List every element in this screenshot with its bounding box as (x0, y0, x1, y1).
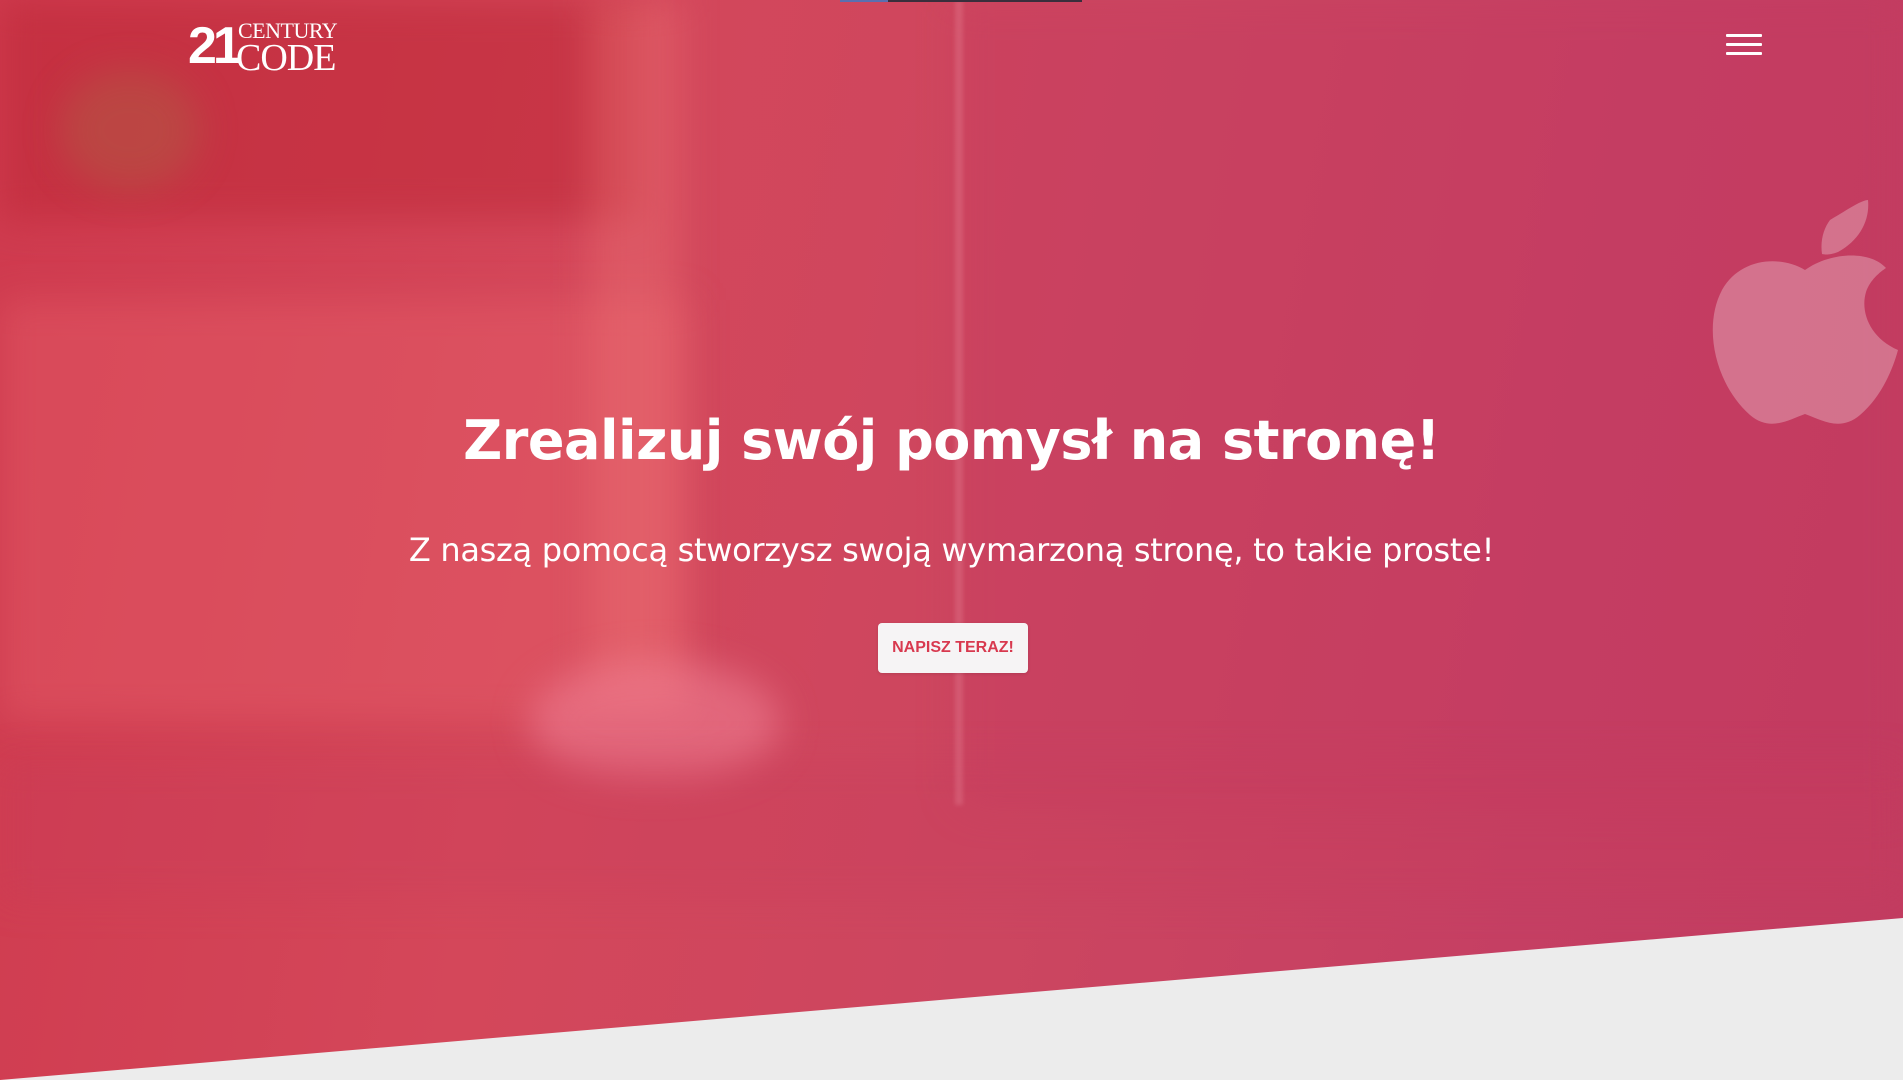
menu-line (1726, 43, 1762, 46)
background-blur-shape (60, 70, 200, 190)
menu-line (1726, 52, 1762, 55)
background-blur-shape (590, 0, 680, 700)
background-laptop-edge (955, 0, 963, 805)
hero-subtitle: Z naszą pomocą stworzysz swoją wymarzoną… (408, 531, 1495, 569)
logo-number: 21 (188, 17, 242, 75)
top-progress-bar (840, 0, 1082, 2)
background-desk-shape (0, 760, 1903, 900)
apple-logo-icon (1712, 200, 1898, 424)
contact-now-button[interactable]: NAPISZ TERAZ! (878, 623, 1028, 673)
site-logo[interactable]: 21 CENTURY CODE (188, 17, 348, 79)
logo-word-code: CODE (236, 37, 336, 79)
hero-title: Zrealizuj swój pomysł na stronę! (463, 409, 1440, 472)
hamburger-menu-icon[interactable] (1726, 30, 1764, 60)
background-blur-shape (0, 300, 690, 720)
page: 21 CENTURY CODE Zrealizuj swój pomysł na… (0, 0, 1903, 1080)
menu-line (1726, 34, 1762, 37)
